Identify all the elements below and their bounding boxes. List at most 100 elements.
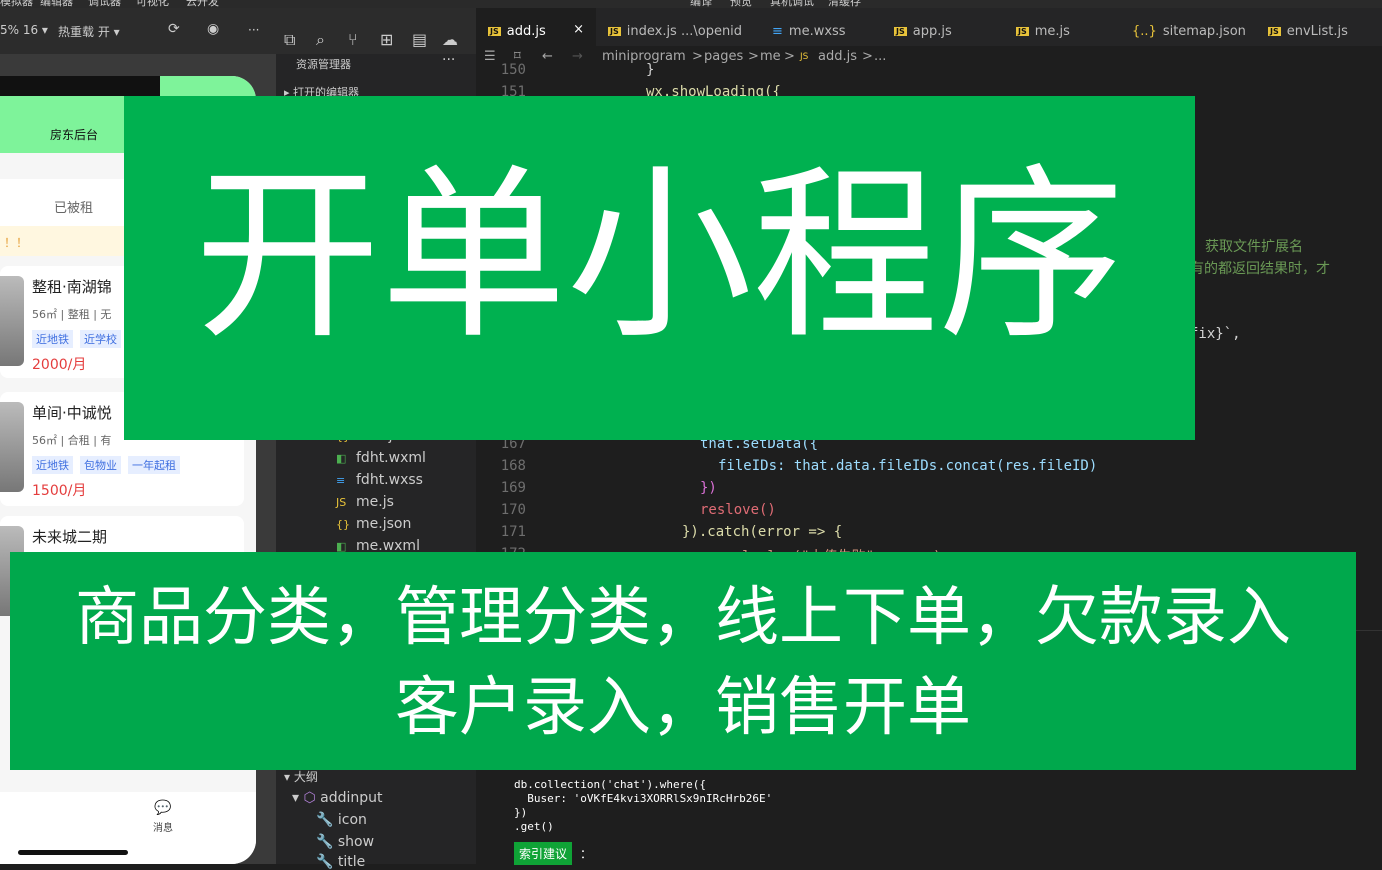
- activity-bar: ⧉ ⌕ ⑂ ⊞ ▤ ☁: [276, 8, 476, 54]
- wrench-icon: 🔧: [316, 854, 334, 870]
- zoom-select[interactable]: 5% 16 ▾: [0, 23, 48, 37]
- cloud-icon[interactable]: ▤: [412, 30, 427, 49]
- home-indicator: [18, 850, 128, 855]
- outline-section[interactable]: ▾ 大纲: [284, 768, 318, 785]
- breadcrumb-item[interactable]: ...: [874, 49, 886, 64]
- chevron-down-icon: ▾: [292, 790, 300, 806]
- outline-item-label: show: [337, 834, 375, 850]
- status-tab-label: 已被租: [54, 201, 94, 216]
- index-suggestion-colon: ：: [580, 847, 593, 861]
- menu-debugger[interactable]: 调试器: [88, 0, 121, 8]
- js-file-icon: JS: [1016, 27, 1029, 36]
- stop-icon[interactable]: ◉: [207, 21, 219, 37]
- forward-arrow-icon[interactable]: →: [572, 49, 583, 64]
- wxml-file-icon: ◧: [336, 452, 347, 465]
- hot-reload-select[interactable]: 热重载 开 ▾: [58, 23, 120, 40]
- banner-title: 开单小程序: [194, 147, 1125, 364]
- house-price: 2000/月: [32, 357, 87, 373]
- house-title: 未来城二期: [32, 528, 108, 546]
- line-number: 150: [500, 62, 526, 78]
- line-number: 171: [500, 524, 526, 540]
- code-line: fix}`,: [1190, 326, 1241, 342]
- breadcrumb-item[interactable]: add.js: [818, 49, 857, 64]
- tab-label: me.wxss: [788, 24, 846, 39]
- menu-remote-debug[interactable]: 真机调试: [770, 0, 814, 8]
- menu-preview[interactable]: 预览: [730, 0, 752, 8]
- outline-title: 大纲: [293, 770, 318, 784]
- breadcrumb-item[interactable]: miniprogram: [602, 49, 686, 64]
- more-icon[interactable]: ···: [248, 23, 259, 37]
- wrench-icon: 🔧: [316, 812, 334, 828]
- source-control-icon[interactable]: ⑂: [348, 30, 358, 49]
- docker-icon[interactable]: ☁: [442, 30, 458, 49]
- tab-app-js[interactable]: JS app.js: [884, 8, 1004, 46]
- code-comment: 有的都返回结果时，才: [1190, 261, 1330, 277]
- js-file-icon: JS: [488, 27, 501, 36]
- breadcrumb-separator: >: [862, 49, 873, 64]
- house-title: 整租·南湖锦: [32, 278, 112, 296]
- explorer-title: 资源管理器: [296, 58, 351, 71]
- line-number: 168: [500, 458, 526, 474]
- outline-item[interactable]: 🔧 show: [316, 834, 374, 850]
- house-price: 1500/月: [32, 483, 87, 499]
- tab-me-wxss[interactable]: ≡ me.wxss: [762, 8, 880, 46]
- file-item[interactable]: JS me.js: [336, 494, 394, 510]
- house-meta: 56㎡ | 合租 | 有: [32, 434, 112, 447]
- json-file-icon: {..}: [1132, 24, 1157, 39]
- tabbar-message-label[interactable]: 消息: [153, 819, 173, 834]
- search-icon[interactable]: ⌕: [316, 30, 325, 50]
- house-tag: 一年起租: [128, 456, 180, 474]
- page-title: 房东后台: [50, 128, 99, 142]
- outline-item[interactable]: 🔧 icon: [316, 812, 367, 828]
- menu-compile[interactable]: 编译: [690, 0, 712, 8]
- back-arrow-icon[interactable]: ←: [542, 49, 553, 64]
- breadcrumb-item[interactable]: me: [760, 49, 781, 64]
- file-name: fdht.wxss: [356, 472, 423, 488]
- refresh-icon[interactable]: ⟳: [168, 21, 180, 37]
- extensions-icon[interactable]: ⊞: [380, 30, 393, 49]
- house-thumbnail: [0, 402, 24, 492]
- files-icon[interactable]: ⧉: [284, 30, 295, 50]
- file-name: me.json: [356, 516, 412, 532]
- menu-clear-cache[interactable]: 清缓存: [828, 0, 861, 8]
- menu-simulator[interactable]: 模拟器: [0, 0, 33, 8]
- js-file-icon: JS: [1268, 27, 1281, 36]
- house-tag: 近地铁: [32, 456, 73, 474]
- outline-item[interactable]: 🔧 title: [316, 854, 365, 870]
- file-name: fdht.wxml: [356, 450, 426, 466]
- outline-root[interactable]: ▾ ⬡ addinput: [292, 790, 383, 806]
- tab-sitemap-json[interactable]: {..} sitemap.json: [1124, 8, 1260, 46]
- menu-cloud[interactable]: 云开发: [186, 0, 219, 8]
- close-icon[interactable]: ×: [573, 22, 584, 37]
- explorer-more-icon[interactable]: ···: [442, 52, 455, 68]
- code-line: }).catch(error => {: [682, 524, 843, 540]
- tab-envlist-js[interactable]: JS envList.js: [1262, 8, 1382, 46]
- feature-line-2: 客户录入，销售开单: [395, 671, 971, 745]
- house-title: 单间·中诚悦: [32, 404, 112, 422]
- file-item[interactable]: ≡ fdht.wxss: [336, 472, 423, 488]
- file-name: me.js: [356, 494, 394, 510]
- query-code[interactable]: db.collection('chat').where({ Buser: 'oV…: [514, 778, 772, 834]
- tab-me-js[interactable]: JS me.js: [1006, 8, 1124, 46]
- code-line: reslove(): [700, 502, 776, 518]
- code-line: fileIDs: that.data.fileIDs.concat(res.fi…: [718, 458, 1098, 474]
- wxss-file-icon: ≡: [336, 474, 346, 487]
- phone-notch: [0, 76, 160, 96]
- index-suggestion-button[interactable]: 索引建议: [514, 842, 573, 865]
- tab-add-js[interactable]: JS add.js ×: [476, 8, 596, 46]
- outline-item-label: icon: [337, 812, 367, 828]
- file-item[interactable]: {} me.json: [336, 516, 411, 532]
- json-file-icon: {}: [336, 518, 350, 531]
- menu-editor[interactable]: 编辑器: [40, 0, 73, 8]
- house-tag: 近学校: [80, 330, 121, 348]
- outline-item-label: title: [337, 854, 366, 870]
- tab-label: index.js ...\openid: [626, 24, 743, 39]
- tab-index-js[interactable]: JS index.js ...\openid: [598, 8, 758, 46]
- menu-visualize[interactable]: 可视化: [136, 0, 169, 8]
- message-icon[interactable]: 💬: [154, 800, 171, 816]
- wrench-icon: 🔧: [316, 834, 334, 850]
- code-line: }: [646, 62, 655, 78]
- file-item[interactable]: ◧ fdht.wxml: [336, 450, 426, 466]
- tab-label: me.js: [1034, 24, 1070, 39]
- breadcrumb-item[interactable]: pages: [704, 49, 743, 64]
